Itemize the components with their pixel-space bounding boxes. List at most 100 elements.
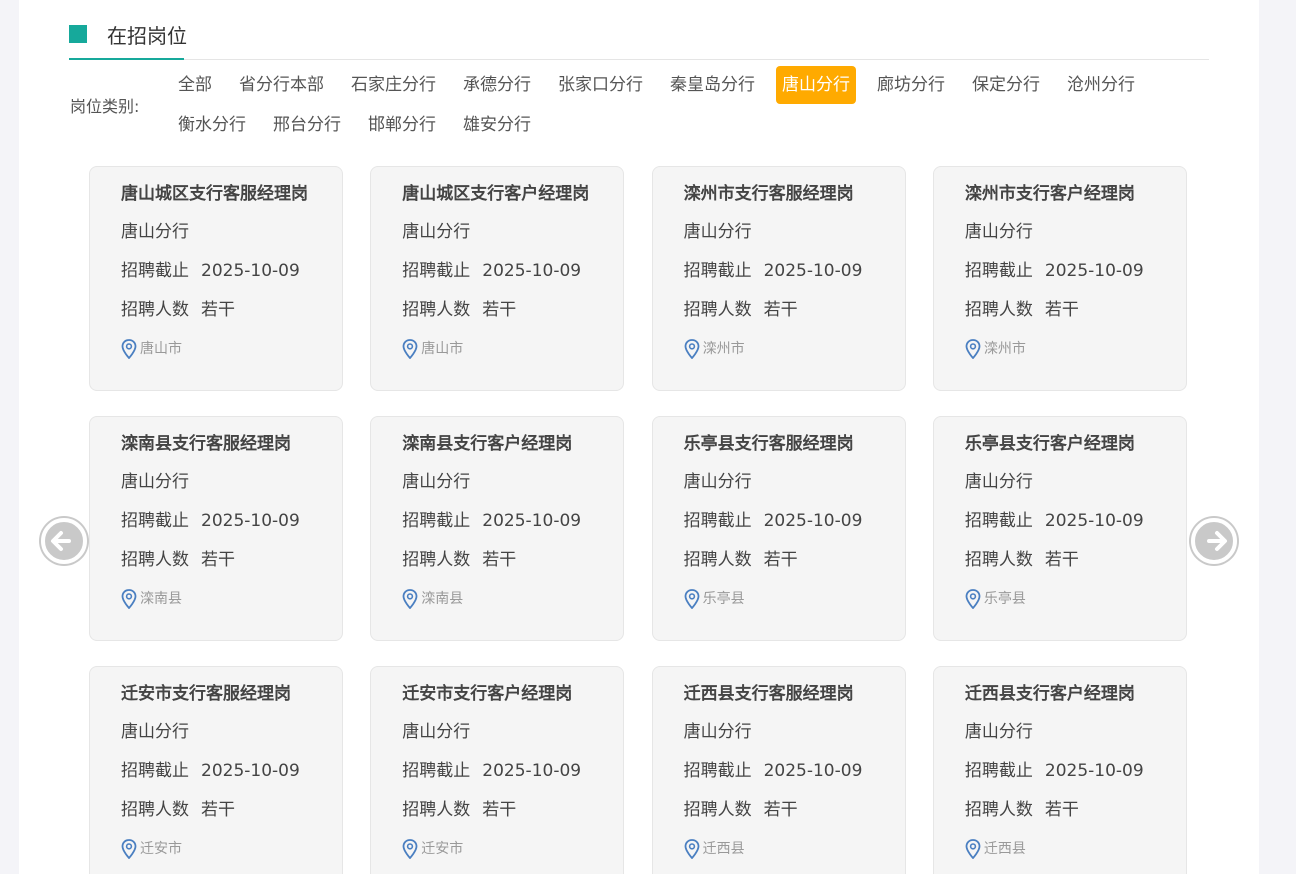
- job-branch: 唐山分行: [964, 222, 1033, 242]
- filter-tangshan[interactable]: 唐山分行: [776, 66, 856, 104]
- job-branch: 唐山分行: [964, 472, 1033, 492]
- job-count: 招聘人数 若干: [121, 298, 235, 322]
- location-pin-icon: [965, 339, 981, 359]
- job-listing-panel: 在招岗位 岗位类别: 全部 省分行本部 石家庄分行 承德分行 张家口分行 秦皇岛…: [19, 0, 1259, 874]
- job-count: 招聘人数 若干: [965, 798, 1079, 822]
- location-pin-icon: [121, 839, 137, 859]
- filter-zhangjiakou[interactable]: 张家口分行: [552, 66, 649, 104]
- job-card[interactable]: 唐山城区支行客服经理岗 唐山分行 招聘截止 2025-10-09 招聘人数 若干 唐山市: [89, 166, 343, 391]
- job-location: 滦州市: [965, 339, 1026, 359]
- count-label: 招聘人数: [683, 550, 752, 570]
- filter-row-2: 衡水分行 邢台分行 邯郸分行 雄安分行: [172, 105, 552, 145]
- deadline-label: 招聘截止: [683, 761, 752, 781]
- count-label: 招聘人数: [964, 550, 1033, 570]
- job-branch: 唐山分行: [683, 472, 752, 492]
- job-deadline: 招聘截止 2025-10-09: [684, 509, 863, 533]
- deadline-value: 2025-10-09: [482, 761, 582, 781]
- job-location: 迁安市: [402, 839, 463, 859]
- job-branch: 唐山分行: [121, 722, 189, 742]
- deadline-value: 2025-10-09: [763, 261, 863, 281]
- count-label: 招聘人数: [683, 300, 752, 320]
- count-value: 若干: [201, 300, 235, 320]
- count-label: 招聘人数: [121, 300, 189, 320]
- location-pin-icon: [965, 839, 981, 859]
- location-pin-icon: [965, 589, 981, 609]
- location-pin-icon: [121, 589, 137, 609]
- deadline-label: 招聘截止: [402, 761, 471, 781]
- filter-qinhuangdao[interactable]: 秦皇岛分行: [664, 66, 761, 104]
- filter-xiongan[interactable]: 雄安分行: [457, 106, 537, 144]
- job-branch: 唐山分行: [964, 722, 1033, 742]
- job-count: 招聘人数 若干: [402, 798, 516, 822]
- job-card[interactable]: 迁安市支行客户经理岗 唐山分行 招聘截止 2025-10-09 招聘人数 若干 迁安市: [370, 666, 625, 874]
- job-title: 迁西县支行客户经理岗: [964, 684, 1135, 704]
- job-card[interactable]: 唐山城区支行客户经理岗 唐山分行 招聘截止 2025-10-09 招聘人数 若干 唐山市: [370, 166, 625, 391]
- deadline-value: 2025-10-09: [201, 261, 300, 281]
- job-location: 滦南县: [402, 589, 463, 609]
- filter-xingtai[interactable]: 邢台分行: [267, 106, 347, 144]
- job-count: 招聘人数 若干: [965, 298, 1079, 322]
- deadline-label: 招聘截止: [402, 511, 471, 531]
- deadline-label: 招聘截止: [964, 761, 1033, 781]
- job-title: 滦南县支行客户经理岗: [402, 434, 573, 454]
- prev-page-button[interactable]: [39, 516, 89, 566]
- job-branch: 唐山分行: [402, 472, 471, 492]
- filter-row-1: 全部 省分行本部 石家庄分行 承德分行 张家口分行 秦皇岛分行 唐山分行 廊坊分…: [172, 65, 1156, 105]
- job-card[interactable]: 乐亭县支行客服经理岗 唐山分行 招聘截止 2025-10-09 招聘人数 若干 乐亭县: [651, 416, 906, 641]
- filter-provincial-hq[interactable]: 省分行本部: [233, 66, 330, 104]
- job-title: 迁安市支行客服经理岗: [121, 684, 291, 704]
- job-card[interactable]: 乐亭县支行客户经理岗 唐山分行 招聘截止 2025-10-09 招聘人数 若干 乐亭县: [932, 416, 1187, 641]
- job-title: 乐亭县支行客户经理岗: [964, 434, 1135, 454]
- job-deadline: 招聘截止 2025-10-09: [965, 259, 1144, 283]
- filter-langfang[interactable]: 廊坊分行: [871, 66, 951, 104]
- filter-handan[interactable]: 邯郸分行: [362, 106, 442, 144]
- job-card[interactable]: 滦南县支行客服经理岗 唐山分行 招聘截止 2025-10-09 招聘人数 若干 滦南县: [89, 416, 343, 641]
- location-pin-icon: [684, 839, 699, 859]
- filter-hengshui[interactable]: 衡水分行: [172, 106, 252, 144]
- filter-all[interactable]: 全部: [172, 66, 218, 104]
- job-location: 迁安市: [121, 839, 182, 859]
- location-text: 迁安市: [421, 841, 464, 857]
- deadline-value: 2025-10-09: [763, 511, 863, 531]
- arrow-left-icon: [41, 518, 87, 564]
- filter-baoding[interactable]: 保定分行: [966, 66, 1046, 104]
- location-text: 滦南县: [140, 591, 182, 607]
- count-value: 若干: [482, 550, 517, 570]
- deadline-value: 2025-10-09: [201, 511, 300, 531]
- location-pin-icon: [684, 339, 699, 359]
- location-pin-icon: [402, 589, 418, 609]
- job-location: 滦南县: [121, 589, 182, 609]
- job-location: 迁西县: [684, 839, 745, 859]
- filter-cangzhou[interactable]: 沧州分行: [1061, 66, 1141, 104]
- deadline-label: 招聘截止: [683, 261, 752, 281]
- job-deadline: 招聘截止 2025-10-09: [121, 259, 300, 283]
- filter-chengde[interactable]: 承德分行: [457, 66, 537, 104]
- filter-shijiazhuang[interactable]: 石家庄分行: [345, 66, 442, 104]
- job-deadline: 招聘截止 2025-10-09: [402, 259, 581, 283]
- job-branch: 唐山分行: [121, 472, 189, 492]
- job-card[interactable]: 迁安市支行客服经理岗 唐山分行 招聘截止 2025-10-09 招聘人数 若干 迁安市: [89, 666, 343, 874]
- job-location: 滦州市: [684, 339, 745, 359]
- job-location: 唐山市: [402, 339, 463, 359]
- count-label: 招聘人数: [964, 300, 1033, 320]
- count-value: 若干: [763, 800, 798, 820]
- location-text: 滦南县: [421, 591, 464, 607]
- location-text: 滦州市: [983, 341, 1026, 357]
- location-pin-icon: [684, 589, 699, 609]
- job-count: 招聘人数 若干: [965, 548, 1079, 572]
- job-card[interactable]: 滦州市支行客服经理岗 唐山分行 招聘截止 2025-10-09 招聘人数 若干 滦州市: [651, 166, 906, 391]
- job-card[interactable]: 迁西县支行客户经理岗 唐山分行 招聘截止 2025-10-09 招聘人数 若干 迁西县: [932, 666, 1187, 874]
- location-pin-icon: [121, 339, 137, 359]
- job-title: 迁西县支行客服经理岗: [683, 684, 854, 704]
- deadline-label: 招聘截止: [683, 511, 752, 531]
- job-deadline: 招聘截止 2025-10-09: [121, 759, 300, 783]
- job-card[interactable]: 滦州市支行客户经理岗 唐山分行 招聘截止 2025-10-09 招聘人数 若干 滦州市: [932, 166, 1187, 391]
- job-card[interactable]: 迁西县支行客服经理岗 唐山分行 招聘截止 2025-10-09 招聘人数 若干 迁西县: [651, 666, 906, 874]
- job-title: 滦州市支行客服经理岗: [683, 184, 854, 204]
- count-value: 若干: [482, 300, 517, 320]
- job-deadline: 招聘截止 2025-10-09: [402, 509, 581, 533]
- job-card[interactable]: 滦南县支行客户经理岗 唐山分行 招聘截止 2025-10-09 招聘人数 若干 滦南县: [370, 416, 625, 641]
- section-title: 在招岗位: [107, 24, 187, 48]
- job-deadline: 招聘截止 2025-10-09: [965, 759, 1144, 783]
- next-page-button[interactable]: [1189, 516, 1239, 566]
